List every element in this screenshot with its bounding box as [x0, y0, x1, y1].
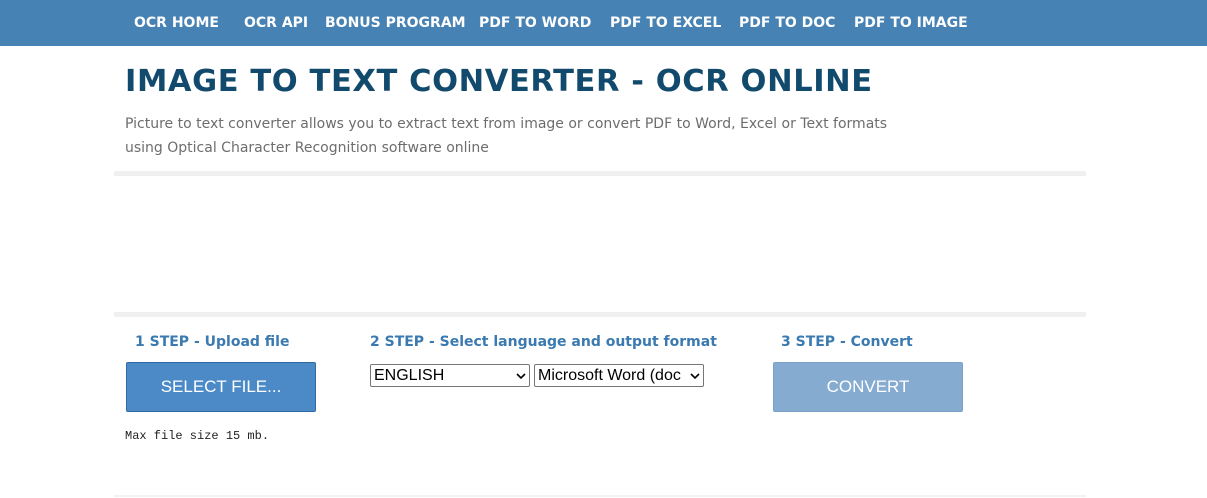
select-file-button[interactable]: SELECT FILE... [126, 362, 316, 412]
nav-pdf-to-image[interactable]: PDF TO IMAGE [854, 0, 968, 46]
max-file-size-note: Max file size 15 mb. [125, 429, 270, 443]
subtitle-line-2: using Optical Character Recognition soft… [125, 140, 489, 156]
step-1-label: 1 STEP - Upload file [135, 334, 290, 350]
page-title: IMAGE TO TEXT CONVERTER - OCR ONLINE [125, 64, 873, 99]
language-select[interactable]: ENGLISH [370, 364, 530, 387]
chevron-down-icon [690, 373, 700, 380]
section-divider-bottom [114, 495, 1086, 497]
nav-pdf-to-doc[interactable]: PDF TO DOC [739, 0, 835, 46]
nav-pdf-to-excel[interactable]: PDF TO EXCEL [610, 0, 721, 46]
section-divider-top [114, 171, 1086, 176]
language-select-value: ENGLISH [374, 367, 445, 384]
convert-button[interactable]: CONVERT [773, 362, 963, 412]
step-2-label: 2 STEP - Select language and output form… [370, 334, 717, 350]
chevron-down-icon [516, 373, 526, 380]
output-format-select-value: Microsoft Word (doc [538, 367, 681, 384]
nav-ocr-home[interactable]: OCR HOME [134, 0, 219, 46]
nav-pdf-to-word[interactable]: PDF TO WORD [479, 0, 591, 46]
nav-bonus-program[interactable]: BONUS PROGRAM [325, 0, 466, 46]
nav-ocr-api[interactable]: OCR API [244, 0, 308, 46]
convert-button-label: CONVERT [826, 377, 910, 396]
subtitle-line-1: Picture to text converter allows you to … [125, 116, 888, 132]
select-file-button-label: SELECT FILE... [160, 377, 282, 396]
top-navigation-bar: OCR HOME OCR API BONUS PROGRAM PDF TO WO… [0, 0, 1207, 46]
section-divider-middle [114, 312, 1086, 317]
output-format-select[interactable]: Microsoft Word (doc [534, 364, 704, 387]
page-subtitle: Picture to text converter allows you to … [125, 112, 925, 160]
step-3-label: 3 STEP - Convert [781, 334, 913, 350]
